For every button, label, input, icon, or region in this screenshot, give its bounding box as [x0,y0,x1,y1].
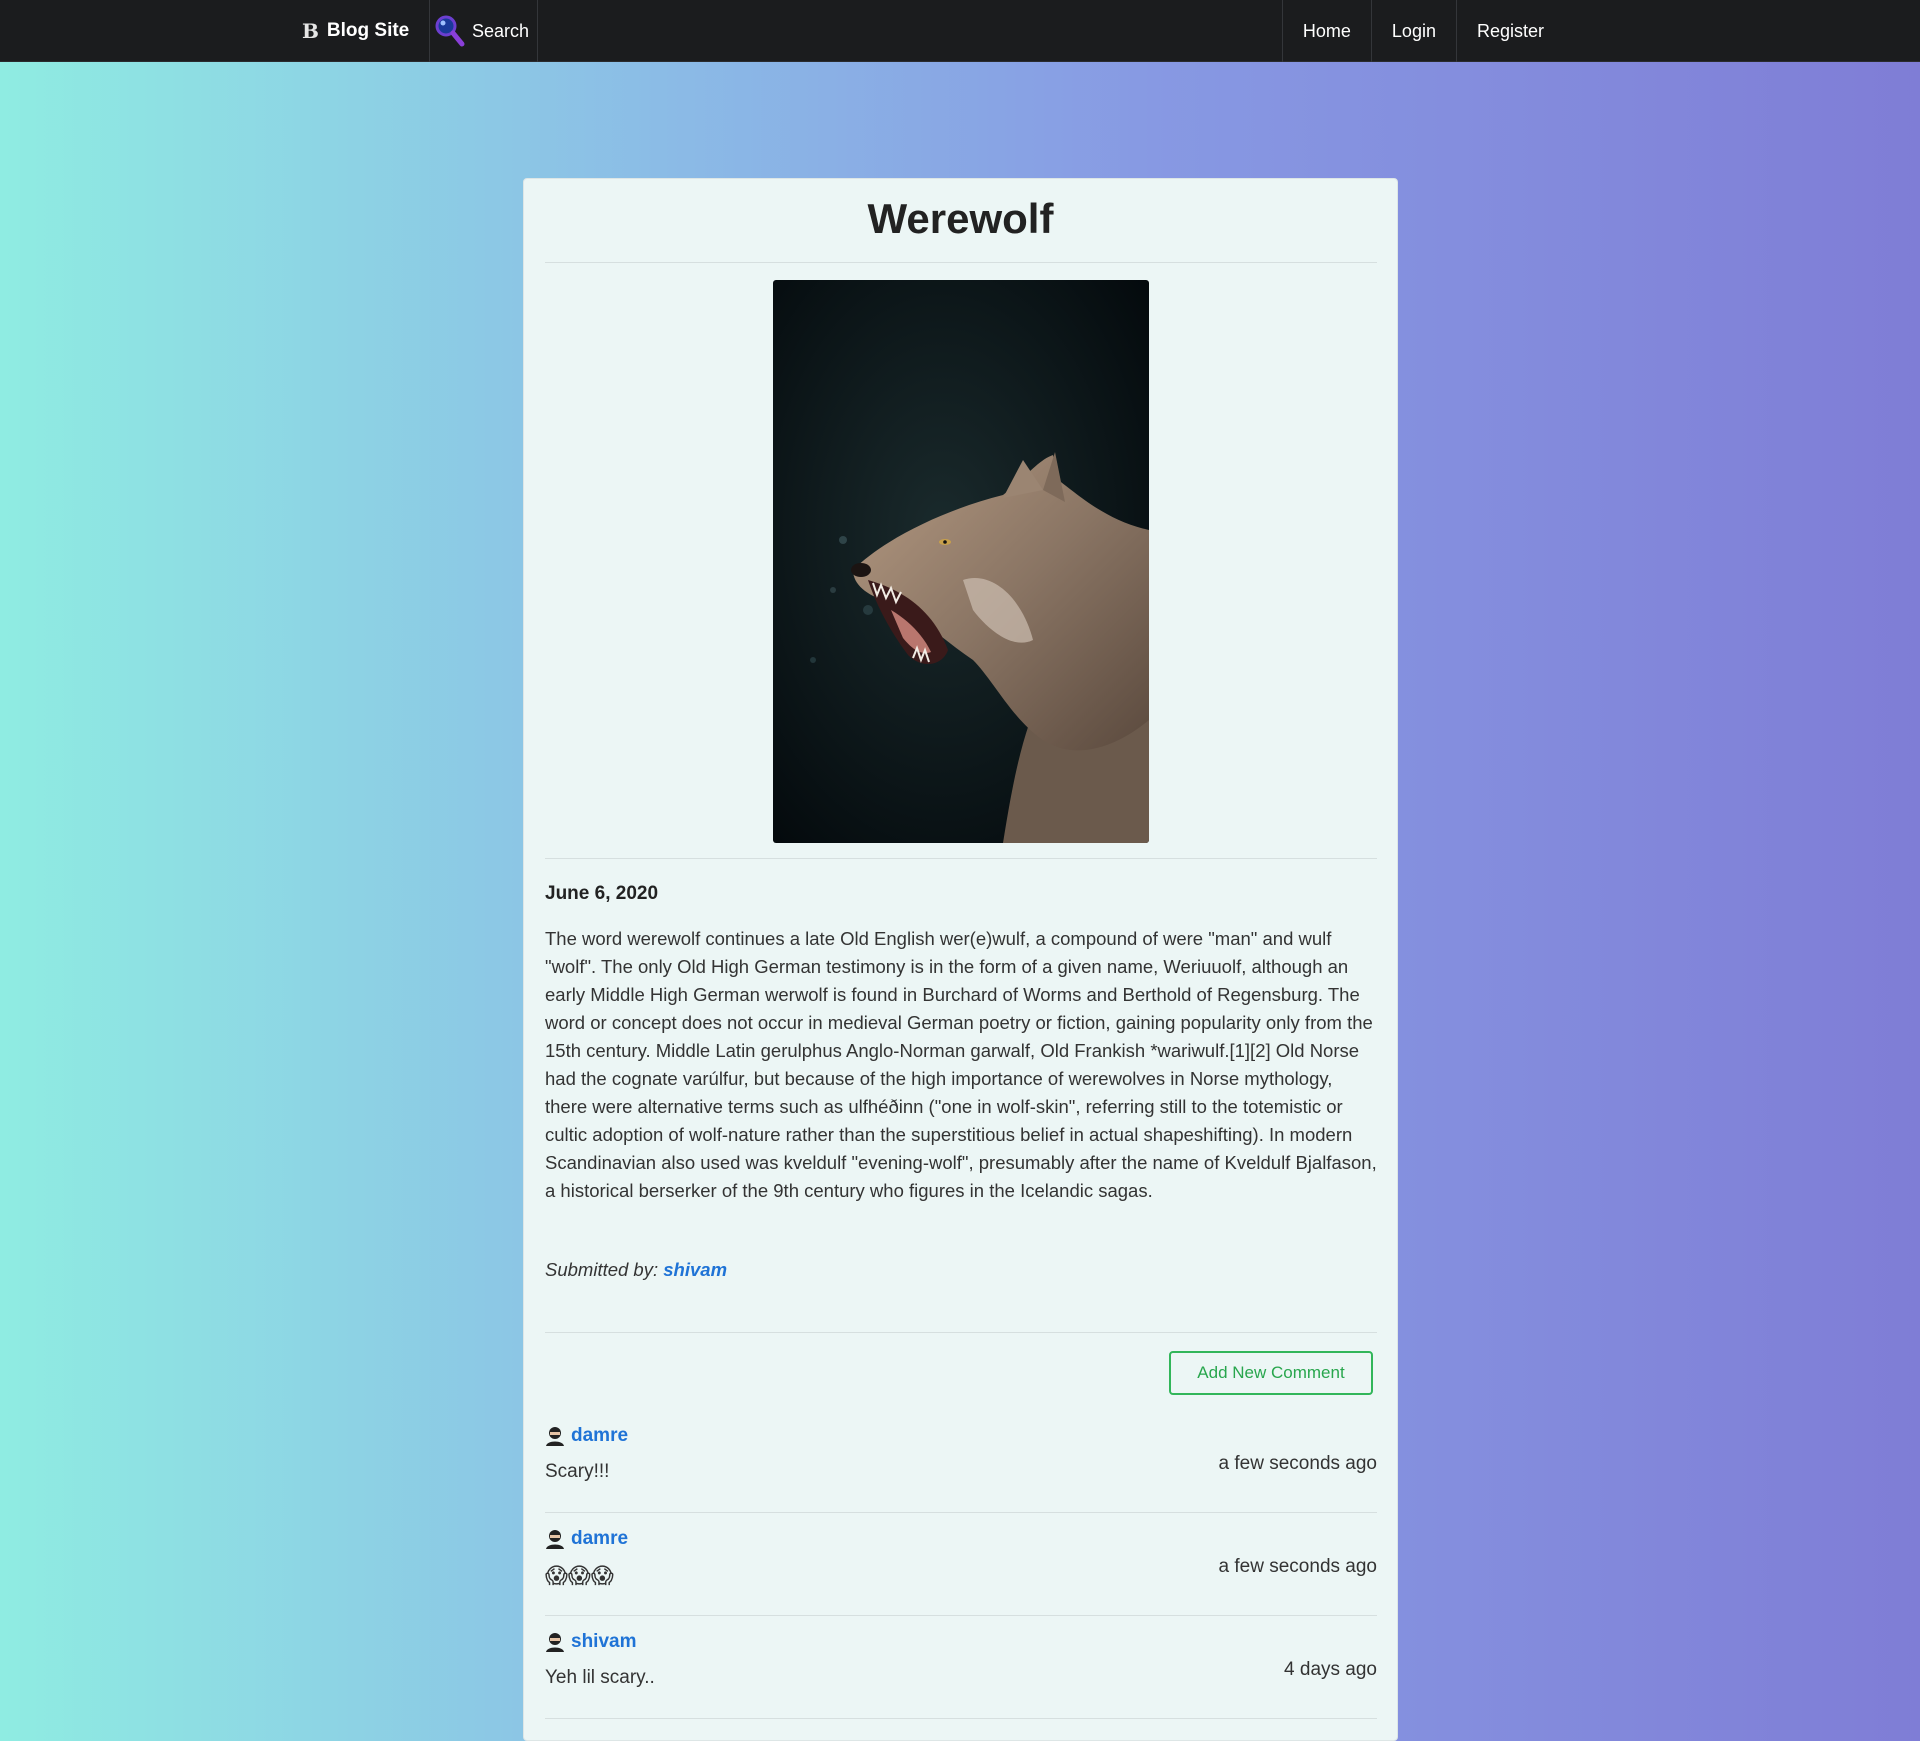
search-label: Search [472,20,530,41]
comment-divider [545,1718,1377,1719]
comment-text: Scary!!! [545,1461,610,1482]
post-date: June 6, 2020 [545,883,659,904]
comment-divider [545,1512,1377,1513]
comment-time: a few seconds ago [1218,1556,1377,1577]
comment-divider [545,1615,1377,1616]
brand-label: Blog Site [326,20,410,41]
title-divider [545,262,1377,263]
nav-home[interactable]: Home [1281,0,1371,62]
submitted-by: Submitted by: shivam [545,1259,727,1281]
post-body: The word werewolf continues a late Old E… [545,928,1377,1201]
user-icon [546,1530,564,1549]
comment-author-link[interactable]: damre [545,1425,628,1447]
comment-text: Yeh lil scary.. [545,1667,655,1688]
user-icon [546,1427,564,1446]
brand-link[interactable]: B Blog Site [282,0,431,62]
comment-time: a few seconds ago [1218,1453,1377,1474]
comment-author-name: damre [571,1425,629,1446]
magnifier-icon [435,15,465,47]
navbar: B Blog Site Search Home Login Register [0,0,1920,62]
comment-time: 4 days ago [1284,1659,1377,1680]
submitted-label: Submitted by: [545,1259,659,1280]
post-card: Werewolf June 6, 2020 The word werewolf … [523,178,1398,1741]
comment-author-name: shivam [571,1631,637,1652]
nav-register[interactable]: Register [1455,0,1564,62]
nav-login[interactable]: Login [1370,0,1456,62]
nav-right-menu: Home Login Register [1281,0,1564,62]
comment-item: damre 😱😱😱 a few seconds ago [545,1514,1377,1616]
comment-item: damre Scary!!! a few seconds ago [545,1411,1377,1513]
comment-item: shivam Yeh lil scary.. 4 days ago [545,1617,1377,1719]
comments-divider [545,1332,1377,1333]
brand-b-icon: B [302,19,319,43]
post-title: Werewolf [867,195,1054,242]
comment-author-name: damre [571,1528,629,1549]
add-comment-button[interactable]: Add New Comment [1169,1351,1373,1395]
comment-author-link[interactable]: shivam [545,1631,636,1653]
image-divider [545,858,1377,859]
user-icon [546,1633,564,1652]
post-image [773,280,1149,843]
wolf-photo [773,280,1149,843]
comment-text: 😱😱😱 [545,1564,614,1589]
author-link[interactable]: shivam [663,1259,727,1280]
comment-author-link[interactable]: damre [545,1528,628,1550]
search-link[interactable]: Search [412,0,538,62]
